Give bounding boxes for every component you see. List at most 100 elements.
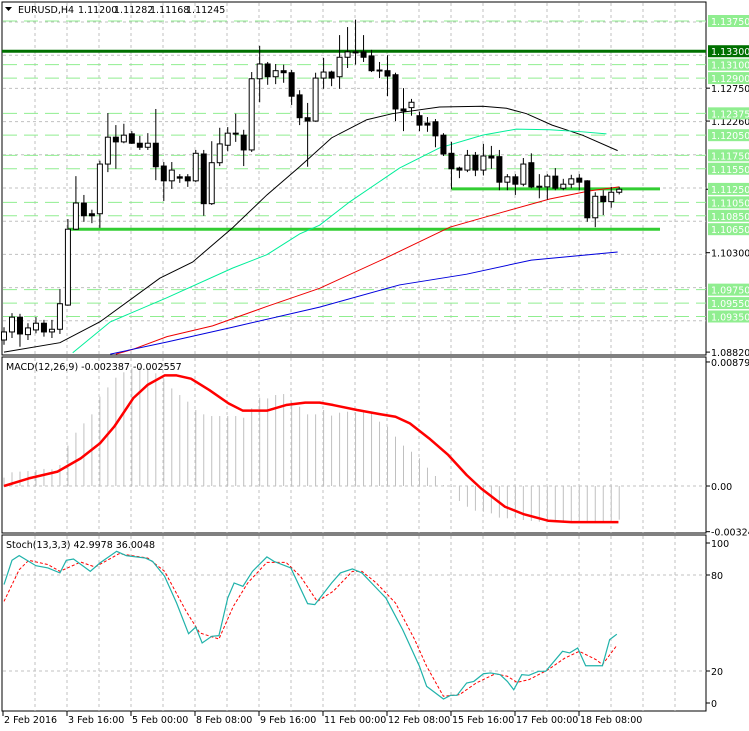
candle: [312, 72, 319, 122]
candle-body: [552, 175, 559, 189]
candle-body: [520, 163, 527, 185]
candle-body: [304, 117, 311, 122]
candle-body: [440, 134, 447, 155]
candle-body: [576, 177, 583, 183]
candle-body: [544, 175, 551, 188]
eurusd-chart[interactable]: EURUSD,H4 1.112001.112821.111681.11245 1.1…: [0, 0, 749, 731]
header-close: 1.11245: [186, 5, 225, 16]
header-high: 1.11282: [114, 5, 153, 16]
price-level-label: 1.11750: [711, 151, 749, 162]
candle-body: [248, 78, 255, 151]
macd-axis-label: 0.00: [711, 482, 732, 493]
candle-body: [240, 134, 247, 151]
time-axis-label: 9 Feb 16:00: [260, 715, 316, 726]
header-open: 1.11200: [78, 5, 117, 16]
candle-body: [584, 180, 591, 219]
candle-body: [1, 331, 7, 341]
candle: [64, 219, 71, 306]
candle-body: [416, 115, 423, 126]
price-level-label: 1.09550: [711, 299, 749, 310]
candle-body: [64, 228, 71, 306]
candle-body: [224, 132, 231, 146]
candle: [440, 133, 447, 156]
candle-body: [152, 142, 159, 168]
candle-body: [280, 70, 287, 74]
candle-body: [160, 165, 167, 182]
candle-body: [16, 316, 23, 335]
candle-body: [288, 72, 295, 97]
candle: [248, 72, 255, 152]
header-low: 1.11168: [150, 5, 189, 16]
candle-body: [8, 316, 15, 333]
candle-body: [360, 51, 367, 58]
candle-body: [48, 328, 55, 333]
candle-body: [344, 51, 351, 58]
candle-body: [96, 163, 103, 215]
candle-body: [456, 167, 463, 171]
candle-body: [432, 121, 439, 137]
candle-body: [408, 101, 415, 109]
price-level-label: 1.09750: [711, 286, 749, 297]
candle-body: [480, 155, 487, 171]
price-axis-label: 1.12750: [711, 84, 749, 95]
candle-body: [560, 183, 567, 189]
price-level-label: 1.12050: [711, 131, 749, 142]
stoch-axis-label: 0: [711, 699, 717, 710]
stoch-axis-label: 100: [711, 539, 729, 550]
candle-body: [296, 94, 303, 119]
candle-body: [40, 322, 47, 333]
candle-body: [256, 63, 263, 80]
price-level-label: 1.13300: [711, 47, 749, 58]
candle-body: [400, 108, 407, 112]
candle-body: [208, 162, 215, 205]
candle-body: [32, 322, 39, 331]
stoch-panel: [1, 534, 707, 712]
price-level-label: 1.11550: [711, 165, 749, 176]
candle-body: [128, 133, 135, 144]
candle-body: [168, 169, 175, 182]
time-axis-label: 5 Feb 00:00: [132, 715, 188, 726]
candle-body: [120, 134, 127, 143]
time-axis-label: 17 Feb 00:00: [516, 715, 578, 726]
candle-body: [144, 142, 151, 148]
time-axis-label: 3 Feb 16:00: [68, 715, 124, 726]
candle-body: [200, 153, 207, 205]
candle-body: [80, 202, 87, 217]
price-level-label: 1.10850: [711, 212, 749, 223]
time-axis-label: 2 Feb 2016: [4, 715, 57, 726]
candle-body: [448, 152, 455, 170]
time-axis-label: 11 Feb 00:00: [324, 715, 386, 726]
candle-body: [376, 69, 383, 72]
candle-body: [504, 176, 511, 183]
candle-body: [384, 70, 391, 77]
candle-body: [512, 176, 519, 185]
candle: [584, 180, 591, 222]
candle-body: [104, 136, 111, 165]
stoch-title: Stoch(13,3,3) 42.9978 36.0048: [6, 540, 155, 551]
candle-body: [72, 202, 79, 230]
candle-body: [368, 55, 375, 72]
price-level-label: 1.13750: [711, 17, 749, 28]
candle-body: [264, 63, 271, 78]
price-level-label: 1.13100: [711, 61, 749, 72]
candle-body: [424, 122, 431, 126]
time-axis-label: 8 Feb 08:00: [196, 715, 252, 726]
price-level-label: 1.09350: [711, 313, 749, 324]
candle-body: [528, 162, 535, 188]
time-axis-label: 15 Feb 16:00: [452, 715, 514, 726]
price-level-label: 1.12900: [711, 74, 749, 85]
candle-body: [392, 74, 399, 110]
candle-body: [88, 213, 95, 217]
candle-body: [336, 56, 343, 78]
candle-body: [352, 51, 359, 54]
stoch-axis-label: 20: [711, 667, 723, 678]
symbol-timeframe: EURUSD,H4: [18, 5, 74, 16]
macd-axis-label: 0.008794: [711, 358, 749, 369]
time-axis-label: 18 Feb 08:00: [580, 715, 642, 726]
macd-axis-label: -0.00324: [711, 528, 749, 539]
candle: [192, 149, 199, 183]
candle-body: [488, 155, 495, 159]
candle-body: [536, 185, 543, 188]
candle-body: [616, 188, 623, 193]
time-axis-label: 12 Feb 08:00: [388, 715, 450, 726]
